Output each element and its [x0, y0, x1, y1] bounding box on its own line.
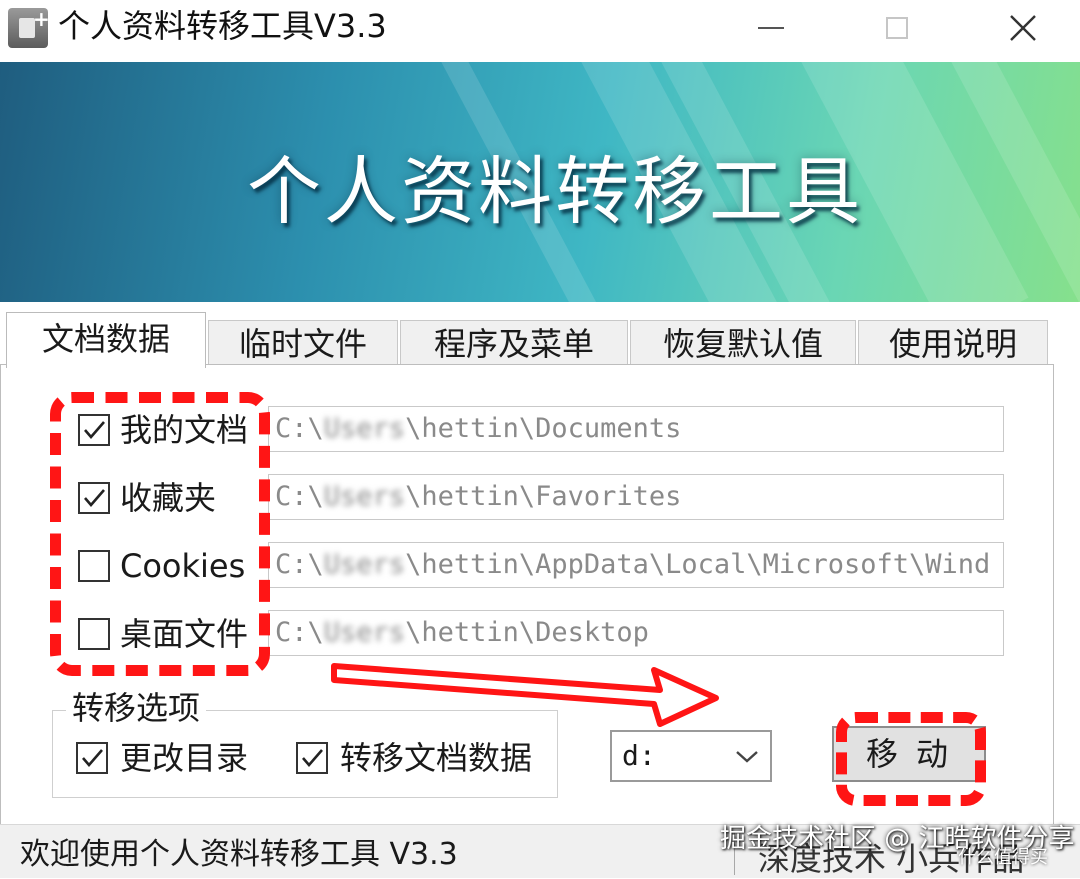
minimize-button[interactable]	[726, 0, 816, 56]
change-dir-checkbox[interactable]	[76, 742, 108, 774]
transfer-docs-label: 转移文档数据	[340, 739, 533, 777]
tab-strip: 文档数据 临时文件 程序及菜单 恢复默认值 使用说明	[0, 302, 1080, 368]
tab-restore-defaults[interactable]: 恢复默认值	[630, 320, 856, 366]
annotation-dashed-box	[50, 392, 270, 676]
checkmark-icon	[82, 749, 103, 767]
change-dir-label: 更改目录	[120, 739, 249, 777]
window-title: 个人资料转移工具V3.3	[58, 7, 387, 45]
status-welcome-text: 欢迎使用个人资料转移工具 V3.3	[20, 837, 458, 872]
my-documents-path-field[interactable]: C:\Users\hettin\Documents	[268, 406, 1004, 452]
transfer-docs-checkbox[interactable]	[296, 742, 328, 774]
desktop-path-field[interactable]: C:\Users\hettin\Desktop	[268, 610, 1004, 656]
drive-select-value: d:	[622, 739, 656, 772]
transfer-options-title: 转移选项	[66, 688, 207, 728]
tab-temp-files[interactable]: 临时文件	[208, 320, 398, 366]
minimize-icon	[758, 27, 784, 29]
checkmark-icon	[302, 749, 323, 767]
banner-title: 个人资料转移工具	[247, 149, 863, 235]
watermark-text-secondary: 什么值得买	[958, 847, 1048, 868]
maximize-button[interactable]	[852, 0, 942, 56]
cookies-path-field[interactable]: C:\Users\hettin\AppData\Local\Microsoft\…	[268, 542, 1004, 588]
title-bar: 个人资料转移工具V3.3	[0, 0, 1080, 62]
annotation-dashed-box	[836, 712, 986, 806]
tab-instructions[interactable]: 使用说明	[858, 320, 1048, 366]
maximize-icon	[886, 17, 908, 39]
chevron-down-icon	[736, 751, 758, 763]
tab-documents[interactable]: 文档数据	[6, 312, 206, 368]
drive-select[interactable]: d:	[610, 730, 772, 782]
favorites-path-field[interactable]: C:\Users\hettin\Favorites	[268, 474, 1004, 520]
app-icon	[8, 7, 50, 48]
close-icon	[1010, 15, 1036, 41]
banner: 个人资料转移工具	[0, 62, 1080, 302]
close-button[interactable]	[978, 0, 1068, 56]
tab-programs-menu[interactable]: 程序及菜单	[400, 320, 628, 366]
